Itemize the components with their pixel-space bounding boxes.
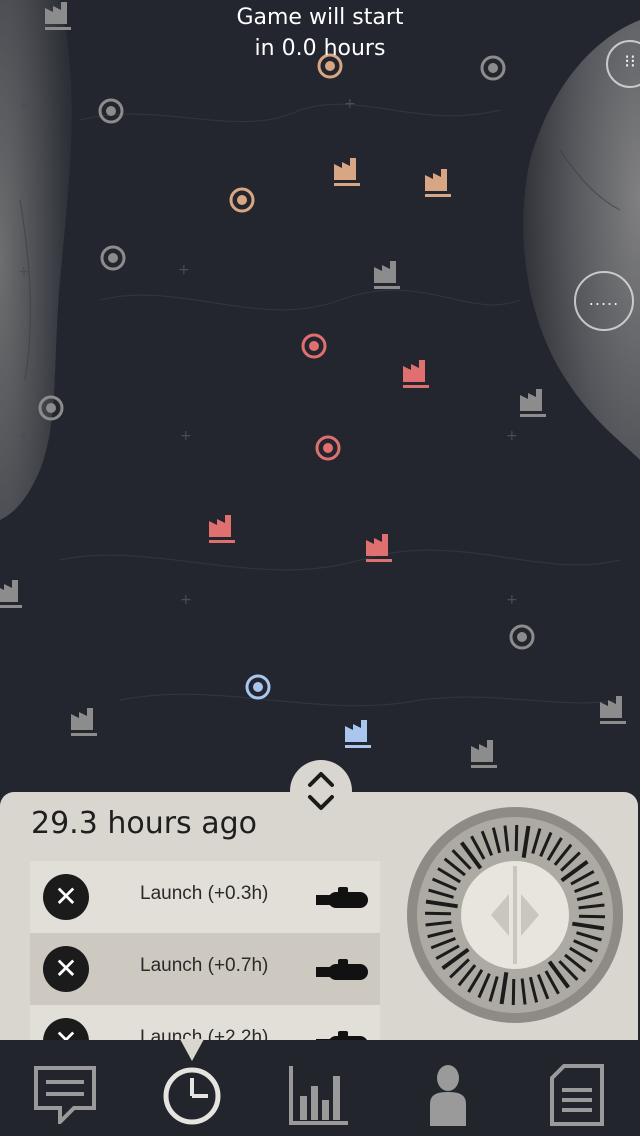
tab-players[interactable] xyxy=(398,1040,498,1136)
order-row[interactable]: ✕ Launch (+0.3h) xyxy=(30,861,380,933)
tab-bar xyxy=(0,1040,640,1136)
svg-text:+: + xyxy=(344,96,356,112)
svg-text:+: + xyxy=(180,428,192,444)
order-list[interactable]: ✕ Launch (+0.3h) ✕ Launch (+0.7h) ✕ Laun… xyxy=(30,861,380,1040)
submarine-icon xyxy=(316,959,368,980)
chat-icon xyxy=(34,1066,96,1124)
order-label: Launch (+0.3h) xyxy=(140,883,269,904)
time-scrubber-dial-icon[interactable] xyxy=(406,806,624,1024)
svg-text:+: + xyxy=(18,98,30,114)
history-panel: 29.3 hours ago ✕ Launch (+0.3h) ✕ Launch… xyxy=(0,792,638,1040)
svg-text:+: + xyxy=(506,592,518,608)
svg-text:+: + xyxy=(18,264,30,280)
tab-chat[interactable] xyxy=(14,1040,114,1136)
bar-chart-icon xyxy=(289,1066,348,1125)
svg-text:+: + xyxy=(18,428,30,444)
order-label: Launch (+0.7h) xyxy=(140,955,269,976)
cancel-order-icon[interactable]: ✕ xyxy=(43,946,89,992)
banner-line-2: in 0.0 hours xyxy=(254,36,386,61)
svg-text:+: + xyxy=(506,428,518,444)
expand-collapse-icon xyxy=(308,772,334,810)
panel-toggle-button[interactable] xyxy=(290,760,352,822)
time-ago-label: 29.3 hours ago xyxy=(31,806,257,841)
submarine-icon xyxy=(316,887,368,908)
svg-text:+: + xyxy=(178,262,190,278)
document-icon xyxy=(550,1064,604,1126)
cancel-order-icon[interactable]: ✕ xyxy=(43,1018,89,1040)
order-row[interactable]: ✕ Launch (+2.2h) xyxy=(30,1005,380,1040)
tab-log[interactable] xyxy=(526,1040,626,1136)
game-start-banner: Game will start in 0.0 hours xyxy=(0,2,640,64)
person-icon xyxy=(430,1065,466,1126)
order-label: Launch (+2.2h) xyxy=(140,1027,269,1040)
cancel-order-icon[interactable]: ✕ xyxy=(43,874,89,920)
map-control-button-mid[interactable]: ..... xyxy=(574,271,634,331)
tab-stats[interactable] xyxy=(270,1040,370,1136)
svg-text:+: + xyxy=(180,592,192,608)
order-row[interactable]: ✕ Launch (+0.7h) xyxy=(30,933,380,1005)
submarine-icon xyxy=(316,1031,367,1040)
clock-icon xyxy=(163,1067,221,1125)
selected-tab-pointer xyxy=(180,1039,204,1061)
banner-line-1: Game will start xyxy=(236,5,404,30)
